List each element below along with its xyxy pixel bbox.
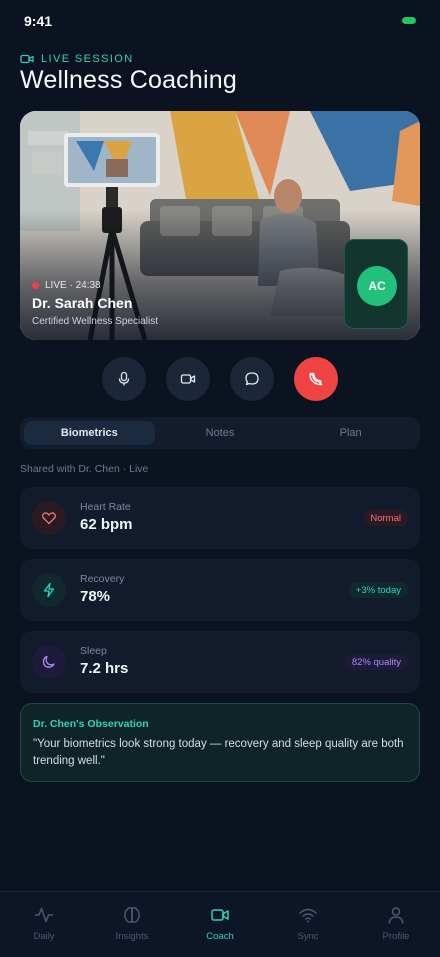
coach-name: Dr. Sarah Chen bbox=[32, 295, 133, 311]
bottom-nav: Daily Insights Coach Sync Profile bbox=[0, 891, 440, 957]
status-bar: 9:41 bbox=[0, 0, 440, 44]
metric-value: 7.2 hrs bbox=[80, 660, 129, 677]
tab-biometrics[interactable]: Biometrics bbox=[24, 421, 155, 445]
nav-item-sync[interactable]: Sync bbox=[264, 892, 352, 957]
live-dot bbox=[32, 282, 39, 289]
camera-toggle-button[interactable] bbox=[166, 357, 210, 401]
status-badge: 82% quality bbox=[344, 654, 408, 670]
video-feed[interactable]: LIVE · 24:38 Dr. Sarah Chen Certified We… bbox=[20, 111, 420, 340]
live-timer: LIVE · 24:38 bbox=[45, 280, 101, 291]
live-indicator: LIVE · 24:38 bbox=[32, 280, 101, 291]
nav-label: Sync bbox=[297, 931, 319, 942]
avatar: AC bbox=[357, 266, 397, 306]
wifi-icon bbox=[299, 908, 317, 923]
nav-label: Daily bbox=[33, 931, 55, 942]
moon-icon bbox=[42, 655, 55, 668]
shared-caption: Shared with Dr. Chen · Live bbox=[20, 463, 149, 475]
tab-notes[interactable]: Notes bbox=[155, 421, 286, 445]
metric-icon-wrap bbox=[32, 573, 66, 607]
page-title: Wellness Coaching bbox=[20, 66, 237, 94]
nav-item-coach[interactable]: Coach bbox=[176, 892, 264, 957]
nav-item-daily[interactable]: Daily bbox=[0, 892, 88, 957]
metric-label: Recovery bbox=[80, 573, 125, 585]
video-camera-icon bbox=[180, 374, 196, 384]
session-tag: LIVE SESSION bbox=[20, 53, 134, 65]
metric-card-heart-rate[interactable]: Heart Rate 62 bpm Normal bbox=[20, 487, 420, 549]
user-icon bbox=[388, 907, 404, 924]
call-controls bbox=[102, 357, 338, 401]
session-tag-label: LIVE SESSION bbox=[41, 53, 134, 65]
tab-plan[interactable]: Plan bbox=[285, 421, 416, 445]
nav-label: Insights bbox=[115, 931, 149, 942]
end-call-button[interactable] bbox=[294, 357, 338, 401]
metric-card-sleep[interactable]: Sleep 7.2 hrs 82% quality bbox=[20, 631, 420, 693]
metric-icon-wrap bbox=[32, 501, 66, 535]
video-camera-icon bbox=[211, 909, 229, 921]
phone-off-icon bbox=[309, 372, 323, 386]
battery-icon bbox=[402, 17, 416, 24]
metric-value: 78% bbox=[80, 588, 111, 605]
metric-label: Heart Rate bbox=[80, 501, 131, 513]
chat-bubble-icon bbox=[245, 372, 259, 386]
metric-label: Sleep bbox=[80, 645, 107, 657]
microphone-icon bbox=[118, 371, 130, 386]
status-time: 9:41 bbox=[24, 13, 53, 29]
nav-label: Profile bbox=[382, 931, 410, 942]
coach-title: Certified Wellness Specialist bbox=[32, 316, 158, 327]
mute-button[interactable] bbox=[102, 357, 146, 401]
observation-title: Dr. Chen's Observation bbox=[33, 718, 149, 730]
video-camera-icon bbox=[20, 54, 34, 64]
nav-item-profile[interactable]: Profile bbox=[352, 892, 440, 957]
observation-text: "Your biometrics look strong today — rec… bbox=[33, 738, 404, 767]
status-badge: Normal bbox=[363, 510, 408, 526]
lightning-icon bbox=[43, 582, 55, 598]
self-view-pip[interactable]: AC bbox=[344, 239, 408, 329]
status-badge: +3% today bbox=[348, 582, 408, 598]
section-tabs: Biometrics Notes Plan bbox=[20, 417, 420, 449]
metric-card-recovery[interactable]: Recovery 78% +3% today bbox=[20, 559, 420, 621]
metric-icon-wrap bbox=[32, 645, 66, 679]
heart-icon bbox=[42, 512, 56, 525]
nav-label: Coach bbox=[206, 931, 234, 942]
coach-observation-card: Dr. Chen's Observation "Your biometrics … bbox=[20, 703, 420, 782]
brain-icon bbox=[124, 907, 140, 923]
metric-value: 62 bpm bbox=[80, 516, 133, 533]
nav-item-insights[interactable]: Insights bbox=[88, 892, 176, 957]
activity-icon bbox=[34, 907, 54, 923]
chat-button[interactable] bbox=[230, 357, 274, 401]
